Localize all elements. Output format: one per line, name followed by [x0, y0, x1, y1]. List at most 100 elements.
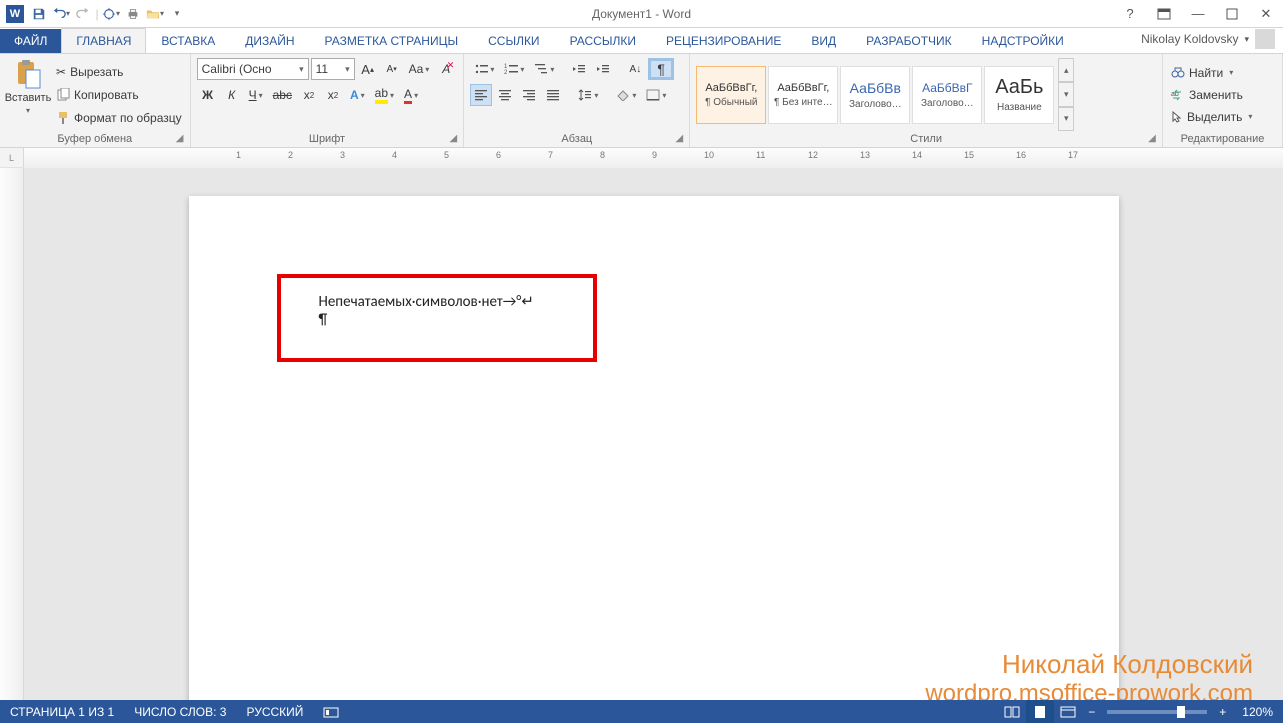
- qat-undo-icon[interactable]: ▾: [50, 3, 72, 25]
- status-macro-icon[interactable]: [313, 700, 349, 723]
- align-center-button[interactable]: [494, 84, 516, 106]
- tab-selector[interactable]: L: [0, 148, 24, 167]
- tab-3[interactable]: РАЗМЕТКА СТРАНИЦЫ: [310, 28, 474, 53]
- status-bar: СТРАНИЦА 1 ИЗ 1 ЧИСЛО СЛОВ: 3 РУССКИЙ − …: [0, 700, 1283, 723]
- shrink-font-button[interactable]: A▾: [381, 58, 403, 80]
- account-menu[interactable]: Nikolay Koldovsky ▾: [1133, 25, 1283, 53]
- align-right-button[interactable]: [518, 84, 540, 106]
- line-spacing-button[interactable]: ▾: [574, 84, 602, 106]
- font-color-button[interactable]: A▾: [400, 84, 422, 106]
- bold-button[interactable]: Ж: [197, 84, 219, 106]
- avatar: [1255, 29, 1275, 49]
- tab-9[interactable]: НАДСТРОЙКИ: [967, 28, 1079, 53]
- qat-save-icon[interactable]: [28, 3, 50, 25]
- show-hide-paragraph-button[interactable]: ¶: [648, 58, 674, 80]
- help-icon[interactable]: ?: [1117, 4, 1143, 24]
- styles-scrollbar[interactable]: ▴ ▾ ▾: [1058, 58, 1074, 131]
- tab-5[interactable]: РАССЫЛКИ: [555, 28, 651, 53]
- replace-button[interactable]: abЗаменить: [1169, 85, 1254, 105]
- italic-button[interactable]: К: [221, 84, 243, 106]
- ribbon-display-icon[interactable]: [1151, 4, 1177, 24]
- zoom-level[interactable]: 120%: [1232, 705, 1283, 719]
- view-read-mode-button[interactable]: [998, 700, 1026, 723]
- tab-4[interactable]: ССЫЛКИ: [473, 28, 554, 53]
- increase-indent-button[interactable]: [592, 58, 614, 80]
- numbering-button[interactable]: 12▾: [500, 58, 528, 80]
- dialog-launcher-icon[interactable]: ◢: [1146, 133, 1158, 145]
- cut-button[interactable]: ✂Вырезать: [54, 62, 184, 82]
- document-canvas[interactable]: Непечатаемых·символов·нет→°↵ ¶ Николай К…: [24, 168, 1283, 722]
- tab-0[interactable]: ГЛАВНАЯ: [61, 28, 146, 53]
- tab-6[interactable]: РЕЦЕНЗИРОВАНИЕ: [651, 28, 796, 53]
- align-left-button[interactable]: [470, 84, 492, 106]
- pilcrow-mark[interactable]: ¶: [319, 311, 565, 329]
- group-font: Calibri (Осно▾ 11▾ A▴ A▾ Aa▾ A✕ Ж К Ч▾ a…: [191, 54, 465, 147]
- grow-font-button[interactable]: A▴: [357, 58, 379, 80]
- zoom-slider[interactable]: [1107, 710, 1207, 714]
- title-bar: W ▾ | ▾ ▾ ▾ Документ1 - Word ? — ✕: [0, 0, 1283, 28]
- dialog-launcher-icon[interactable]: ◢: [673, 133, 685, 145]
- text-effects-button[interactable]: A▾: [346, 84, 369, 106]
- tab-file[interactable]: ФАЙЛ: [0, 29, 61, 53]
- view-web-layout-button[interactable]: [1054, 700, 1082, 723]
- change-case-button[interactable]: Aa▾: [405, 58, 434, 80]
- qat-customize-icon[interactable]: ▾: [166, 3, 188, 25]
- zoom-in-button[interactable]: +: [1213, 705, 1232, 719]
- style-tile-2[interactable]: АаБбВвЗаголово…: [840, 66, 910, 124]
- qat-redo-icon[interactable]: [72, 3, 94, 25]
- find-button[interactable]: Найти▾: [1169, 63, 1254, 83]
- font-name-combo[interactable]: Calibri (Осно▾: [197, 58, 309, 80]
- binoculars-icon: [1171, 67, 1185, 79]
- subscript-button[interactable]: x2: [298, 84, 320, 106]
- tab-7[interactable]: ВИД: [796, 28, 851, 53]
- borders-button[interactable]: ▾: [642, 84, 670, 106]
- tab-1[interactable]: ВСТАВКА: [146, 28, 230, 53]
- scroll-up-icon[interactable]: ▴: [1058, 58, 1074, 82]
- status-language[interactable]: РУССКИЙ: [236, 700, 313, 723]
- font-size-combo[interactable]: 11▾: [311, 58, 355, 80]
- horizontal-ruler[interactable]: 1234567891011121314151617: [24, 148, 1283, 168]
- select-button[interactable]: Выделить▾: [1169, 107, 1254, 127]
- copy-icon: [56, 88, 70, 102]
- copy-button[interactable]: Копировать: [54, 85, 184, 105]
- decrease-indent-button[interactable]: [568, 58, 590, 80]
- status-page[interactable]: СТРАНИЦА 1 ИЗ 1: [0, 700, 124, 723]
- style-tile-0[interactable]: АаБбВвГг,¶ Обычный: [696, 66, 766, 124]
- clear-formatting-button[interactable]: A✕: [435, 58, 457, 80]
- zoom-out-button[interactable]: −: [1082, 705, 1101, 719]
- paste-icon: [12, 58, 44, 90]
- qat-touch-mode-icon[interactable]: ▾: [100, 3, 122, 25]
- paste-button[interactable]: Вставить ▾: [6, 58, 50, 131]
- format-painter-button[interactable]: Формат по образцу: [54, 108, 184, 128]
- qat-open-icon[interactable]: ▾: [144, 3, 166, 25]
- maximize-icon[interactable]: [1219, 4, 1245, 24]
- close-icon[interactable]: ✕: [1253, 4, 1279, 24]
- style-tile-3[interactable]: АаБбВвГЗаголово…: [912, 66, 982, 124]
- justify-button[interactable]: [542, 84, 564, 106]
- group-editing: Найти▾ abЗаменить Выделить▾ Редактирован…: [1163, 54, 1283, 147]
- style-tile-1[interactable]: АаБбВвГг,¶ Без инте…: [768, 66, 838, 124]
- strikethrough-button[interactable]: abc: [269, 84, 296, 106]
- tab-2[interactable]: ДИЗАЙН: [230, 28, 309, 53]
- style-tile-4[interactable]: АаБьНазвание: [984, 66, 1054, 124]
- dialog-launcher-icon[interactable]: ◢: [447, 133, 459, 145]
- document-text-line[interactable]: Непечатаемых·символов·нет→°↵: [319, 292, 565, 311]
- dialog-launcher-icon[interactable]: ◢: [174, 133, 186, 145]
- status-word-count[interactable]: ЧИСЛО СЛОВ: 3: [124, 700, 236, 723]
- vertical-ruler[interactable]: [0, 168, 24, 722]
- minimize-icon[interactable]: —: [1185, 4, 1211, 24]
- multilevel-list-button[interactable]: ▾: [530, 58, 558, 80]
- styles-expand-icon[interactable]: ▾: [1058, 107, 1074, 131]
- sort-button[interactable]: A↓: [624, 58, 646, 80]
- ribbon: Вставить ▾ ✂Вырезать Копировать Формат п…: [0, 54, 1283, 148]
- tab-8[interactable]: РАЗРАБОТЧИК: [851, 28, 967, 53]
- superscript-button[interactable]: x2: [322, 84, 344, 106]
- qat-quick-print-icon[interactable]: [122, 3, 144, 25]
- view-print-layout-button[interactable]: [1026, 700, 1054, 723]
- scroll-down-icon[interactable]: ▾: [1058, 82, 1074, 106]
- chevron-down-icon: ▾: [26, 106, 30, 115]
- bullets-button[interactable]: ▾: [470, 58, 498, 80]
- highlight-button[interactable]: ab▾: [371, 84, 398, 106]
- underline-button[interactable]: Ч▾: [245, 84, 267, 106]
- shading-button[interactable]: ▾: [612, 84, 640, 106]
